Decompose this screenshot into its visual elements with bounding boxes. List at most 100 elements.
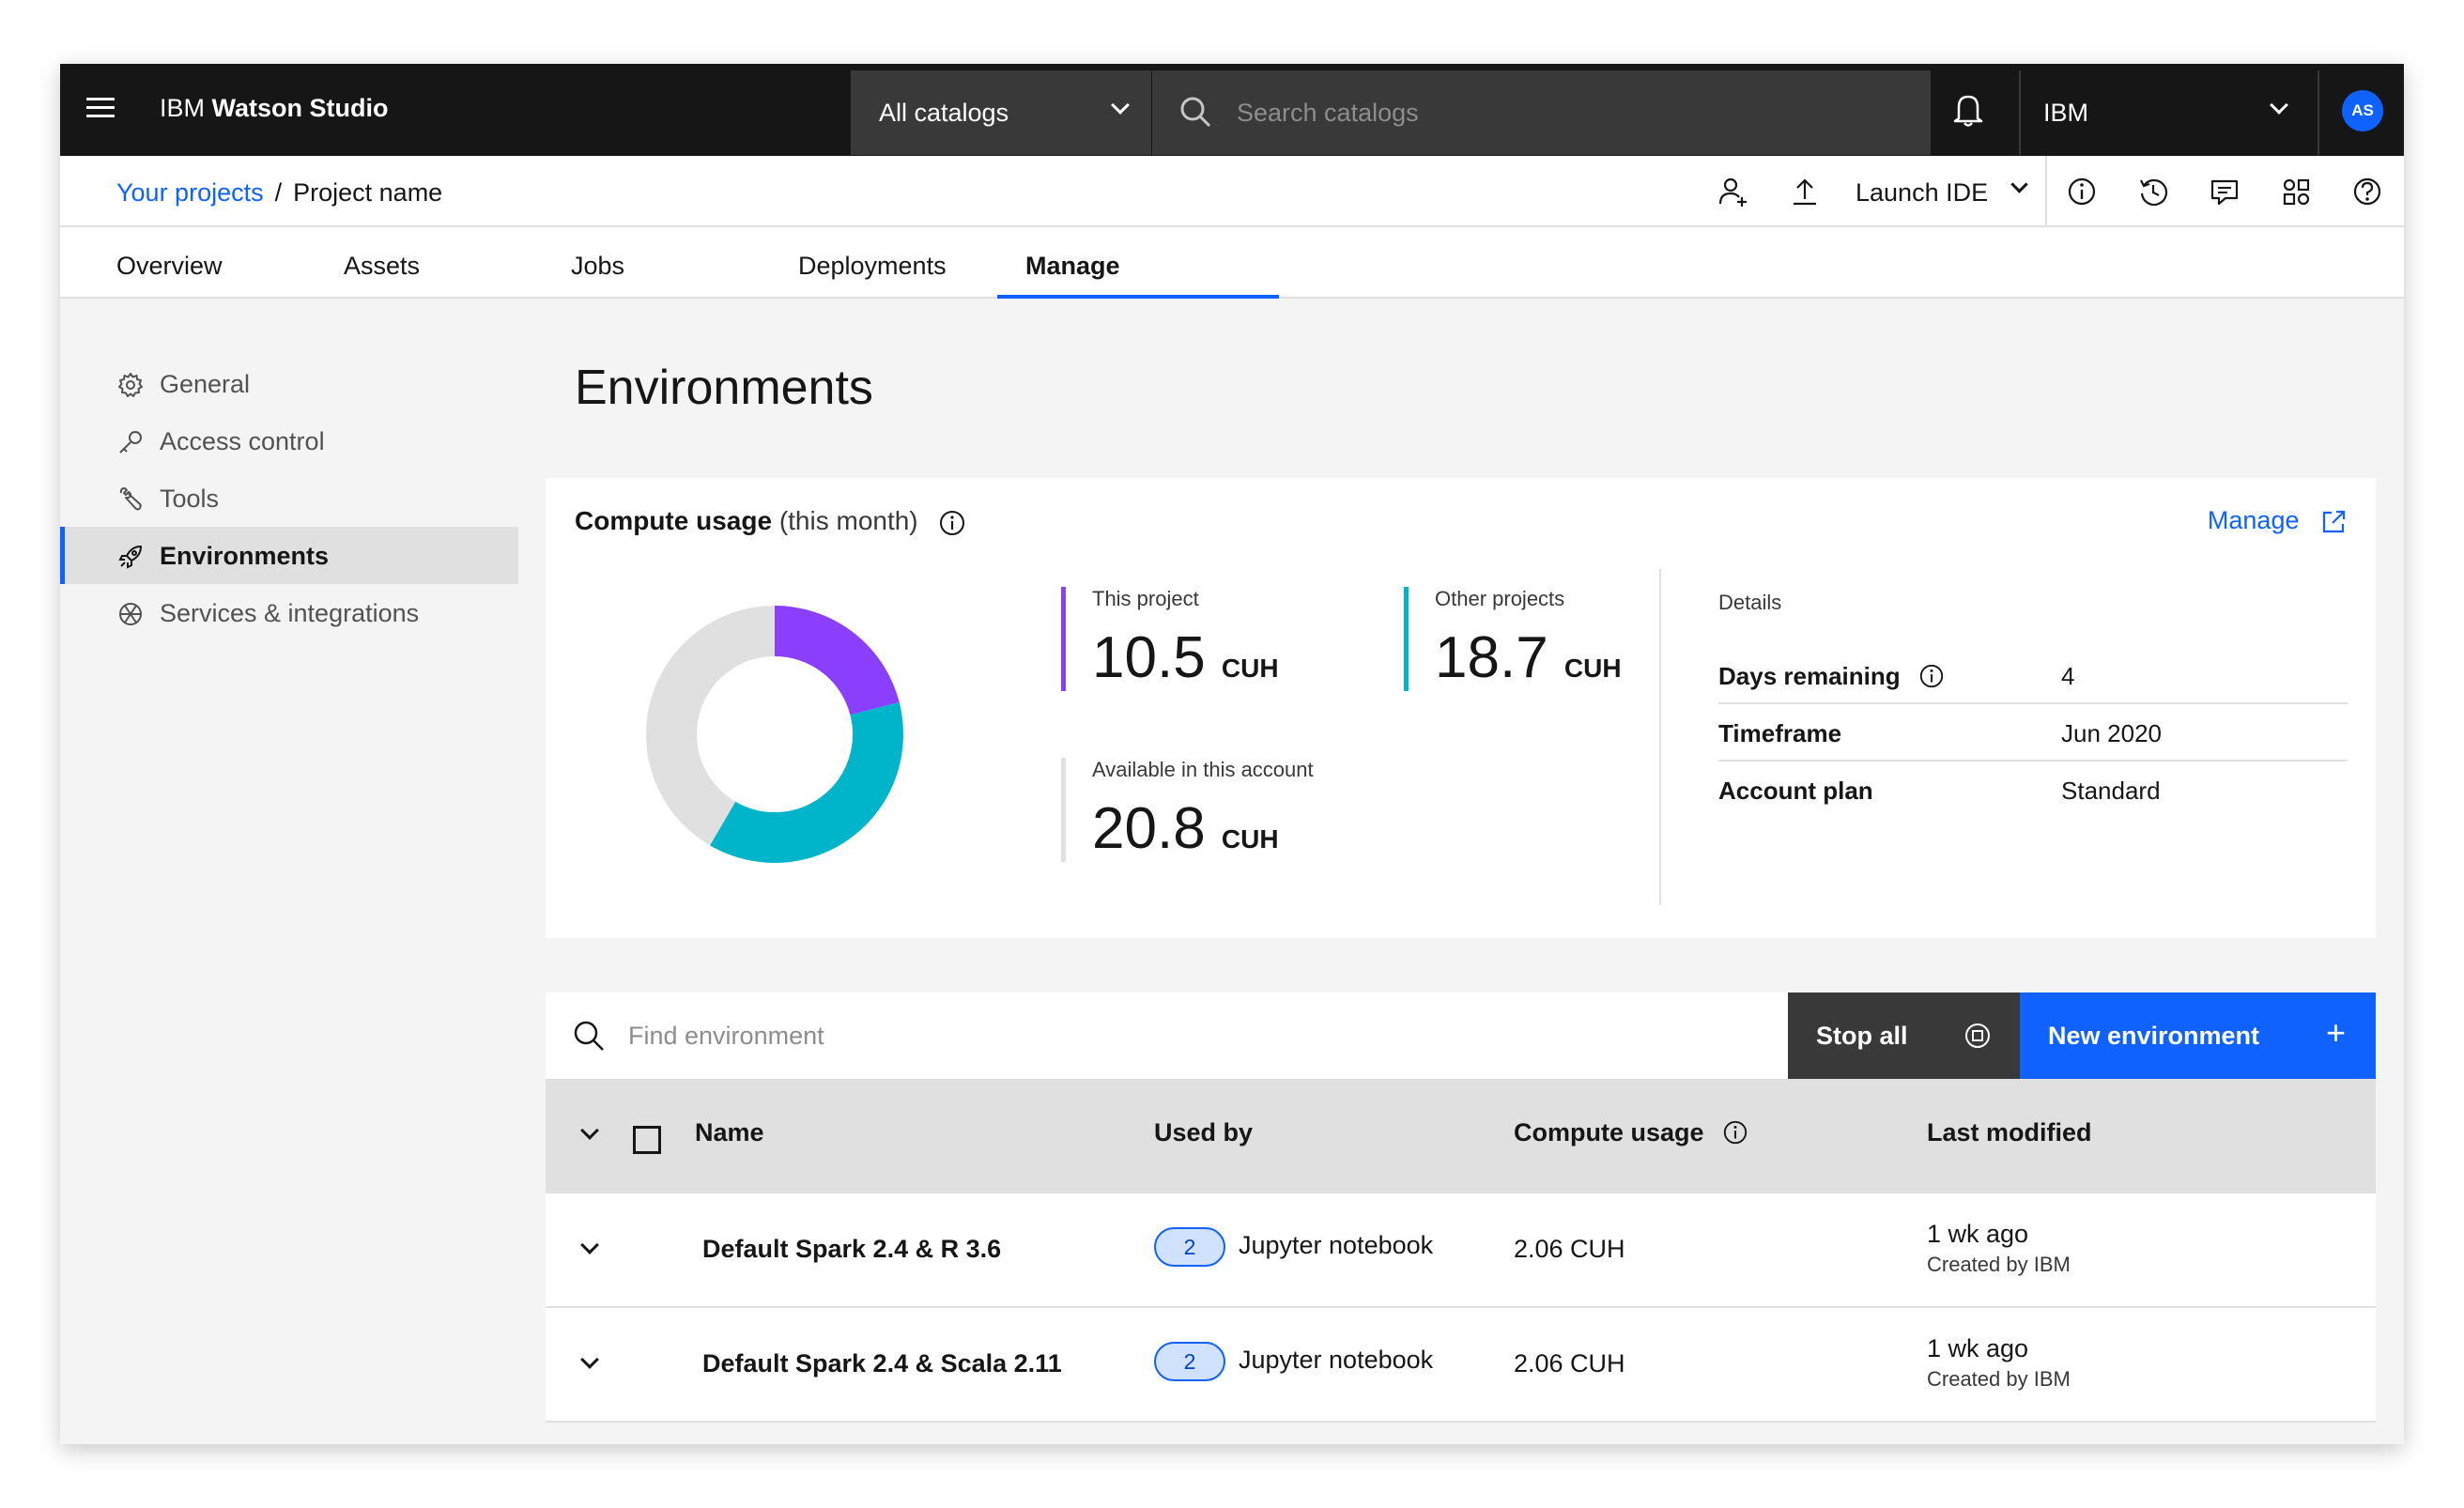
catalog-select-label: All catalogs: [879, 99, 1009, 127]
donut-slice-other-projects: [710, 701, 903, 863]
project-tabs: Overview Assets Jobs Deployments Manage: [60, 227, 2404, 299]
notification-bell-icon[interactable]: [1951, 92, 1985, 128]
column-last-modified[interactable]: Last modified: [1927, 1118, 2092, 1147]
info-icon[interactable]: [938, 509, 966, 537]
apps-icon[interactable]: [2279, 175, 2313, 208]
launch-ide-button[interactable]: Launch IDE: [1856, 178, 1988, 208]
key-icon: [119, 431, 142, 454]
modified-time: 1 wk ago: [1927, 1220, 2029, 1248]
donut-slice-this-project: [774, 606, 900, 716]
environment-name[interactable]: Default Spark 2.4 & R 3.6: [702, 1235, 1001, 1264]
new-environment-label: New environment: [2048, 1022, 2260, 1050]
app-window: IBM Watson Studio All catalogs IBM AS Yo…: [60, 64, 2404, 1444]
stat-value: 18.7: [1435, 625, 1548, 690]
sidebar-item-label: Environments: [160, 542, 330, 570]
details-heading: Details: [1718, 591, 1782, 614]
sidebar-item-environments[interactable]: Environments: [60, 527, 518, 584]
stat-value-row: 18.7 CUH: [1435, 624, 1622, 691]
divider: [2045, 156, 2047, 227]
chevron-down-icon[interactable]: [580, 1350, 599, 1369]
page-title: Environments: [575, 361, 873, 415]
usage-details: Details Days remaining 4 Timeframe Jun 2…: [1718, 591, 2348, 819]
history-icon[interactable]: [2136, 175, 2170, 208]
catalog-select[interactable]: All catalogs: [851, 70, 1151, 155]
used-by-text: Jupyter notebook: [1239, 1231, 1434, 1260]
rocket-icon: [118, 546, 142, 569]
column-compute-usage[interactable]: Compute usage: [1514, 1118, 1748, 1147]
app-brand[interactable]: IBM Watson Studio: [160, 94, 389, 123]
upload-icon[interactable]: [1788, 175, 1822, 208]
stat-label: This project: [1092, 587, 1199, 610]
stat-value: 20.8: [1092, 796, 1206, 861]
stat-available: Available in this account 20.8 CUH: [1061, 758, 1314, 862]
info-icon[interactable]: [2065, 175, 2099, 208]
chevron-down-icon[interactable]: [580, 1236, 599, 1254]
info-icon[interactable]: [1918, 663, 1945, 689]
sidebar-item-tools[interactable]: Tools: [60, 469, 518, 527]
stat-value-row: 20.8 CUH: [1092, 795, 1314, 862]
user-avatar[interactable]: AS: [2342, 90, 2383, 131]
tab-assets[interactable]: Assets: [287, 227, 513, 299]
stat-this-project: This project 10.5 CUH: [1061, 587, 1279, 691]
info-icon[interactable]: [1722, 1119, 1748, 1146]
usage-count-tag[interactable]: 2: [1154, 1342, 1225, 1381]
compute-usage-period: (this month): [778, 506, 918, 535]
usage-count-tag[interactable]: 2: [1154, 1227, 1225, 1267]
breadcrumb-your-projects[interactable]: Your projects: [116, 178, 264, 207]
table-row[interactable]: Default Spark 2.4 & Scala 2.11 2 Jupyter …: [546, 1308, 2376, 1423]
tab-overview[interactable]: Overview: [60, 227, 285, 299]
chevron-down-icon: [2270, 96, 2288, 115]
detail-key-text: Days remaining: [1718, 662, 1901, 690]
select-all-checkbox[interactable]: [633, 1126, 661, 1154]
detail-key: Account plan: [1718, 777, 1873, 805]
stop-all-button[interactable]: Stop all: [1788, 993, 2020, 1079]
comment-icon[interactable]: [2208, 175, 2241, 208]
column-used-by[interactable]: Used by: [1154, 1118, 1253, 1147]
tab-deployments[interactable]: Deployments: [742, 227, 967, 299]
account-select[interactable]: IBM: [2019, 70, 2319, 155]
tools-icon: [119, 487, 142, 511]
help-icon[interactable]: [2350, 175, 2384, 208]
detail-row-days-remaining: Days remaining 4: [1718, 647, 2348, 704]
sidebar-item-services-integrations[interactable]: Services & integrations: [60, 584, 518, 641]
environment-name[interactable]: Default Spark 2.4 & Scala 2.11: [702, 1349, 1062, 1378]
tab-jobs[interactable]: Jobs: [515, 227, 740, 299]
add-collaborator-icon[interactable]: [1717, 175, 1750, 208]
sidebar-item-label: Tools: [160, 485, 220, 513]
sidebar-item-label: General: [160, 370, 251, 398]
detail-row-account-plan: Account plan Standard: [1718, 762, 2348, 819]
manage-sidenav: General Access control Tools Environment…: [60, 355, 518, 641]
stat-unit: CUH: [1221, 824, 1279, 854]
manage-usage-link[interactable]: Manage: [2208, 506, 2348, 536]
divider: [1659, 569, 1661, 905]
breadcrumb: Your projects / Project name: [116, 178, 442, 208]
catalog-search[interactable]: [1152, 70, 1931, 155]
detail-value: Standard: [2061, 777, 2161, 805]
detail-value: Jun 2020: [2061, 719, 2162, 747]
expand-all-icon[interactable]: [580, 1121, 599, 1140]
column-compute-usage-label: Compute usage: [1514, 1118, 1704, 1146]
find-environment-input[interactable]: [628, 1009, 1379, 1062]
table-row[interactable]: Default Spark 2.4 & R 3.6 2 Jupyter noteb…: [546, 1193, 2376, 1308]
tab-manage[interactable]: Manage: [997, 227, 1279, 299]
used-by-cell: 2 Jupyter notebook: [1154, 1227, 1433, 1267]
stat-label: Available in this account: [1092, 758, 1314, 781]
launch-icon: [2322, 510, 2346, 532]
catalog-search-input[interactable]: [1237, 87, 1894, 138]
compute-usage-donut: [646, 606, 903, 863]
detail-row-timeframe: Timeframe Jun 2020: [1718, 704, 2348, 762]
menu-icon[interactable]: [86, 98, 115, 120]
breadcrumb-separator: /: [274, 178, 283, 207]
compute-usage-title: Compute usage (this month): [575, 506, 966, 537]
sidebar-item-access-control[interactable]: Access control: [60, 412, 518, 469]
new-environment-button[interactable]: New environment +: [2020, 993, 2376, 1079]
created-by: Created by IBM: [1927, 1367, 2071, 1391]
created-by: Created by IBM: [1927, 1253, 2071, 1276]
sidebar-item-label: Access control: [160, 427, 325, 455]
stop-all-label: Stop all: [1816, 1022, 1908, 1050]
chevron-down-icon[interactable]: [2010, 176, 2028, 193]
brand-name: Watson Studio: [211, 94, 389, 122]
gear-icon: [118, 373, 143, 397]
sidebar-item-general[interactable]: General: [60, 355, 518, 412]
column-name[interactable]: Name: [695, 1118, 764, 1147]
